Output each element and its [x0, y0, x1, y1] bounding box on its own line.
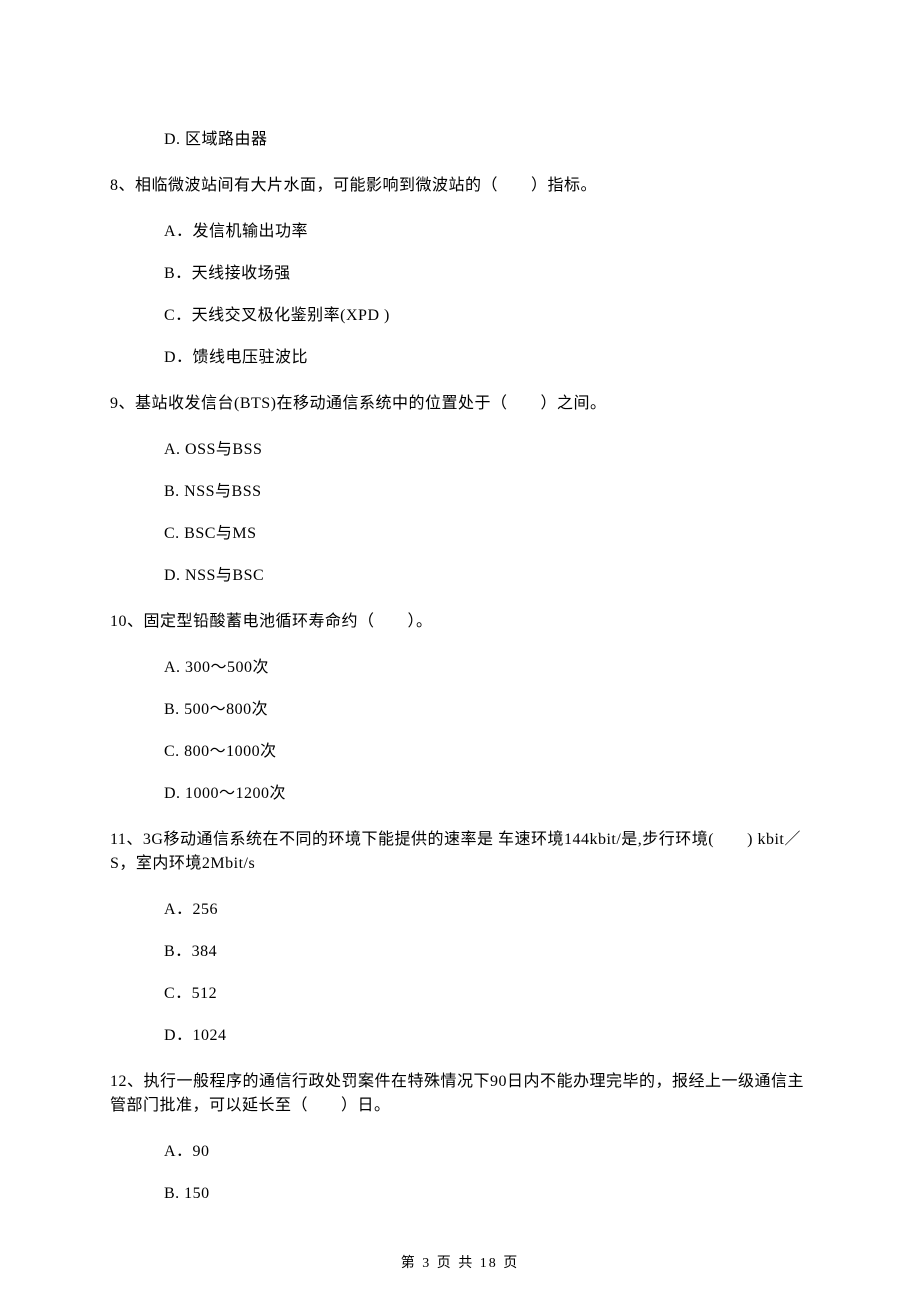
q9-text: 9、基站收发信台(BTS)在移动通信系统中的位置处于（ ）之间。	[110, 392, 810, 416]
document-page: D. 区域路由器 8、相临微波站间有大片水面，可能影响到微波站的（ ）指标。 A…	[0, 0, 920, 1302]
q12-option-b: B. 150	[110, 1182, 810, 1206]
q8-option-d: D．馈线电压驻波比	[110, 346, 810, 370]
q9-option-c: C. BSC与MS	[110, 522, 810, 546]
q11-option-d: D．1024	[110, 1024, 810, 1048]
q9-option-d: D. NSS与BSC	[110, 564, 810, 588]
q8-option-b: B．天线接收场强	[110, 262, 810, 286]
q10-option-b: B. 500～800次	[110, 698, 810, 722]
q7-option-d: D. 区域路由器	[110, 128, 810, 152]
q11-text: 11、3G移动通信系统在不同的环境下能提供的速率是 车速环境144kbit/是,…	[110, 828, 810, 876]
q8-option-a: A．发信机输出功率	[110, 220, 810, 244]
q9-option-b: B. NSS与BSS	[110, 480, 810, 504]
q8-option-c: C．天线交叉极化鉴别率(XPD )	[110, 304, 810, 328]
q10-text: 10、固定型铅酸蓄电池循环寿命约（ ）。	[110, 610, 810, 634]
q10-option-c: C. 800～1000次	[110, 740, 810, 764]
q11-option-b: B．384	[110, 940, 810, 964]
q10-option-a: A. 300～500次	[110, 656, 810, 680]
q9-option-a: A. OSS与BSS	[110, 438, 810, 462]
q10-option-d: D. 1000～1200次	[110, 782, 810, 806]
q8-text: 8、相临微波站间有大片水面，可能影响到微波站的（ ）指标。	[110, 174, 810, 198]
q11-option-a: A．256	[110, 898, 810, 922]
q11-option-c: C．512	[110, 982, 810, 1006]
q12-option-a: A．90	[110, 1140, 810, 1164]
page-footer: 第 3 页 共 18 页	[0, 1253, 920, 1274]
q12-text: 12、执行一般程序的通信行政处罚案件在特殊情况下90日内不能办理完毕的，报经上一…	[110, 1070, 810, 1118]
